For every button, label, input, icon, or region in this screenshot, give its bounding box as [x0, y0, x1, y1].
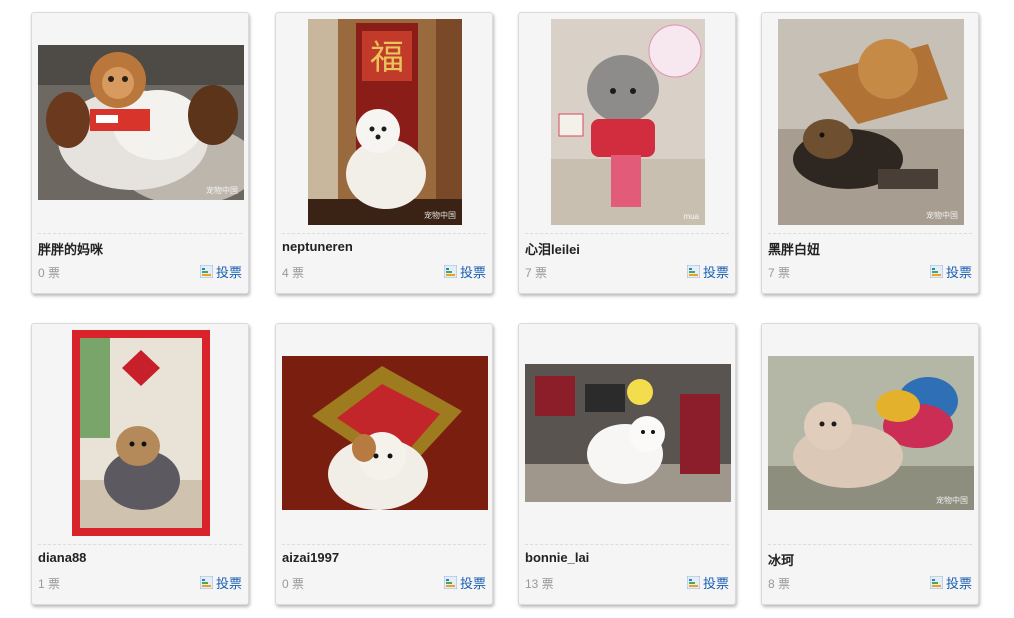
vote-button[interactable]: 投票 — [199, 262, 242, 281]
vote-button[interactable]: 投票 — [199, 573, 242, 592]
vote-label: 投票 — [702, 576, 729, 591]
vote-button[interactable]: 投票 — [686, 573, 729, 592]
photo-frame: 宠物中国 — [38, 19, 244, 225]
divider — [525, 544, 729, 545]
vote-icon — [929, 265, 943, 278]
vote-count: 8 票 — [768, 577, 791, 591]
vote-count: 4 票 — [282, 266, 305, 280]
pet-photo[interactable]: 宠物中国 — [768, 356, 974, 510]
photo-card: 宠物中国 冰珂 8 票 投票 — [761, 323, 979, 605]
divider — [38, 233, 242, 234]
photo-card: diana88 1 票 投票 — [31, 323, 249, 605]
photo-frame — [525, 330, 731, 536]
photo-watermark: mua — [683, 212, 699, 221]
vote-icon — [199, 576, 213, 589]
photo-frame: 福 宠物中国 — [282, 19, 488, 225]
vote-label: 投票 — [215, 265, 242, 280]
vote-icon — [686, 265, 700, 278]
photo-watermark: 宠物中国 — [936, 496, 968, 505]
pet-photo[interactable]: 福 宠物中国 — [308, 19, 462, 225]
vote-label: 投票 — [702, 265, 729, 280]
photo-frame: mua — [525, 19, 731, 225]
photo-frame — [38, 330, 244, 536]
photo-card: 宠物中国 胖胖的妈咪 0 票 投票 — [31, 12, 249, 294]
owner-name[interactable]: bonnie_lai — [525, 550, 589, 565]
vote-button[interactable]: 投票 — [929, 573, 972, 592]
vote-button[interactable]: 投票 — [443, 262, 486, 281]
vote-label: 投票 — [459, 576, 486, 591]
divider — [768, 233, 972, 234]
pet-photo[interactable] — [525, 364, 731, 502]
photo-frame: 宠物中国 — [768, 19, 974, 225]
vote-count: 7 票 — [768, 266, 791, 280]
vote-label: 投票 — [945, 576, 972, 591]
pet-photo[interactable]: 宠物中国 — [778, 19, 964, 225]
vote-icon — [199, 265, 213, 278]
vote-label: 投票 — [459, 265, 486, 280]
vote-count: 0 票 — [282, 577, 305, 591]
vote-label: 投票 — [945, 265, 972, 280]
owner-name[interactable]: diana88 — [38, 550, 86, 565]
photo-card: aizai1997 0 票 投票 — [275, 323, 493, 605]
vote-count: 7 票 — [525, 266, 548, 280]
pet-photo[interactable]: mua — [551, 19, 705, 225]
owner-name[interactable]: 冰珂 — [768, 550, 794, 569]
owner-name[interactable]: 黑胖白妞 — [768, 239, 820, 258]
vote-icon — [686, 576, 700, 589]
svg-text:福: 福 — [370, 38, 404, 78]
owner-name[interactable]: aizai1997 — [282, 550, 339, 565]
owner-name[interactable]: 胖胖的妈咪 — [38, 239, 103, 258]
owner-name[interactable]: 心泪leilei — [525, 239, 580, 258]
photo-watermark: 宠物中国 — [926, 211, 958, 220]
vote-button[interactable]: 投票 — [929, 262, 972, 281]
divider — [38, 544, 242, 545]
divider — [282, 233, 486, 234]
pet-photo[interactable] — [282, 356, 488, 510]
vote-button[interactable]: 投票 — [443, 573, 486, 592]
vote-label: 投票 — [215, 576, 242, 591]
photo-frame: 宠物中国 — [768, 330, 974, 536]
vote-count: 1 票 — [38, 577, 61, 591]
divider — [768, 544, 972, 545]
vote-icon — [443, 576, 457, 589]
vote-icon — [929, 576, 943, 589]
photo-watermark: 宠物中国 — [424, 211, 456, 220]
owner-name[interactable]: neptuneren — [282, 239, 353, 254]
vote-icon — [443, 265, 457, 278]
photo-watermark: 宠物中国 — [206, 185, 238, 195]
photo-card: bonnie_lai 13 票 投票 — [518, 323, 736, 605]
photo-card: mua 心泪leilei 7 票 投票 — [518, 12, 736, 294]
photo-card: 福 宠物中国 neptuneren 4 票 投票 — [275, 12, 493, 294]
pet-photo[interactable]: 宠物中国 — [38, 44, 244, 200]
photo-frame — [282, 330, 488, 536]
divider — [282, 544, 486, 545]
vote-count: 13 票 — [525, 577, 554, 591]
divider — [525, 233, 729, 234]
pet-photo[interactable] — [72, 330, 210, 536]
photo-card: 宠物中国 黑胖白妞 7 票 投票 — [761, 12, 979, 294]
vote-button[interactable]: 投票 — [686, 262, 729, 281]
vote-count: 0 票 — [38, 266, 61, 280]
